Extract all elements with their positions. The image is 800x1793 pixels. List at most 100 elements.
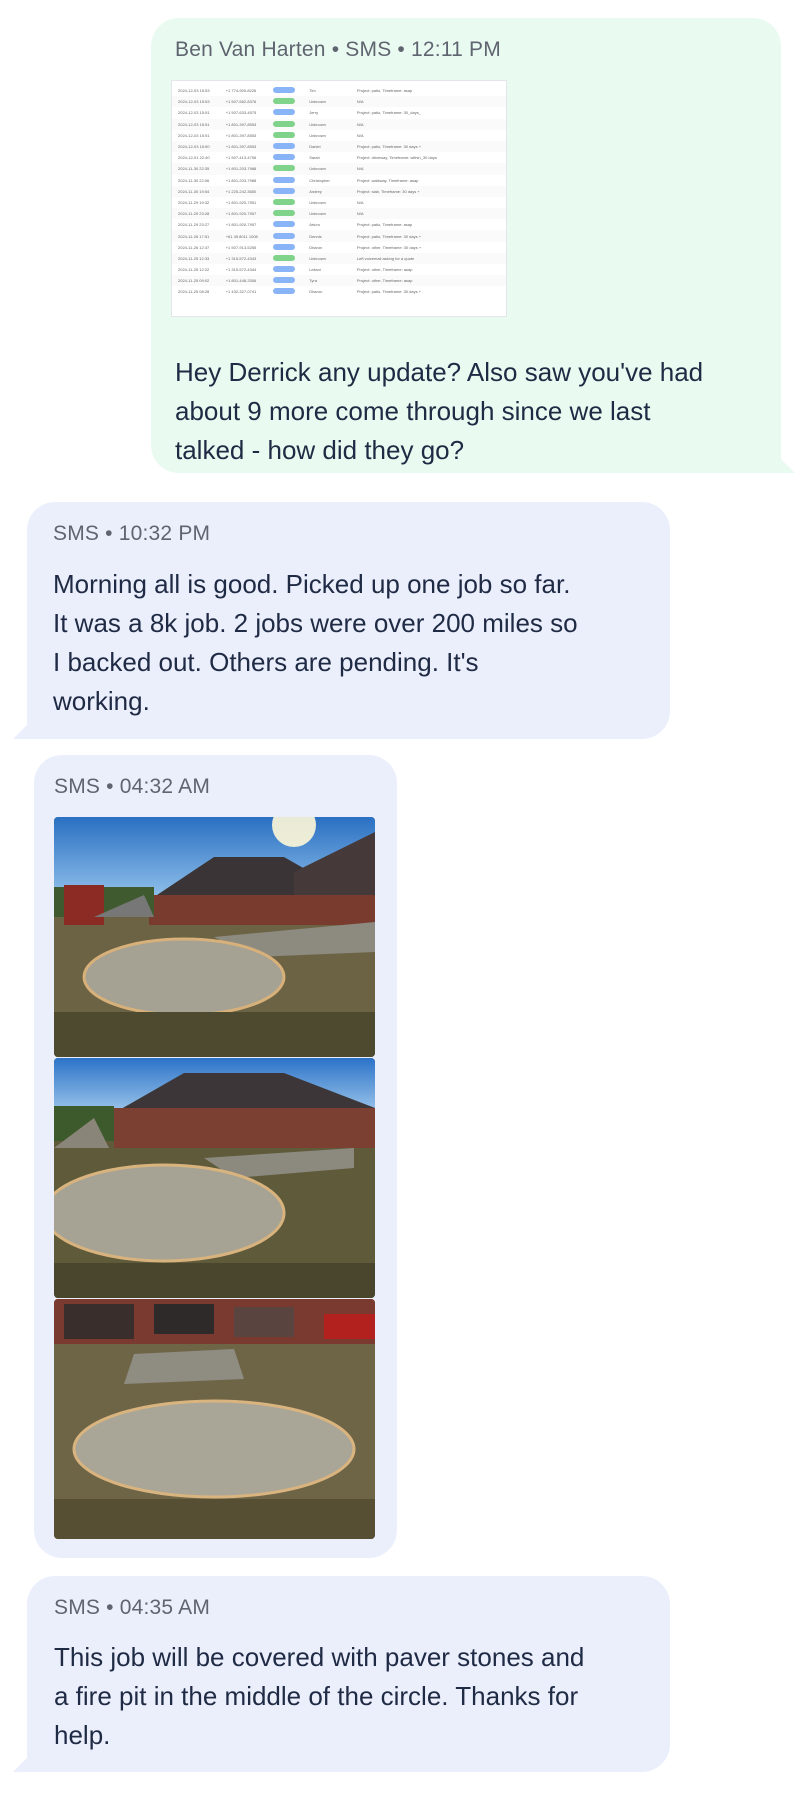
sheet-row: 2024-12-03 15:53 +1 774-900-8226 Tim Projec… (172, 85, 506, 96)
sheet-cell: +1 432-327-0741 (225, 289, 257, 295)
source-pill (273, 198, 296, 205)
sheet-cell: Project: patio, Timeframe: 30 days + (356, 233, 422, 239)
sheet-cell: Project: walkway, Timeframe: asap (356, 177, 419, 183)
sheet-cell: 2024-12-03 15:51 (178, 132, 210, 138)
sheet-cell: 2024-11-30 22:35 (178, 166, 210, 172)
sheet-cell: 2024-11-25 08:28 (178, 289, 210, 295)
sheet-cell: +1 801-397-8553 (225, 121, 257, 127)
sheet-cell: +1 507-413-4706 (225, 155, 257, 161)
sheet-cell: N/A (356, 132, 364, 138)
bubble-tail (13, 721, 31, 739)
sheet-cell: Project: other, Timeframe: 30 days + (356, 244, 422, 250)
sheet-cell: Project: patio, Timeframe: 30 days + (356, 144, 422, 150)
source-pill (273, 232, 296, 239)
message-bubble-incoming[interactable]: SMS • 10:32 PM Morning all is good. Pick… (13, 502, 670, 739)
sheet-cell: Project: patio, Timeframe: 30_days_ (356, 110, 421, 116)
sheet-row: 2024-11-29 23:27 +1 801-920-7957 Arturo Pro… (172, 219, 506, 230)
sheet-cell: 2024-11-26 17:51 (178, 233, 210, 239)
sheet-cell: Project: other, Timeframe: asap (356, 267, 413, 273)
sheet-cell: N/A (356, 199, 364, 205)
sheet-cell: Arturo (309, 222, 321, 228)
message-text: Hey Derrick any update? Also saw you've … (175, 357, 704, 465)
concrete-slab-photo-1[interactable] (54, 817, 375, 1057)
sheet-cell: Project: driveway, Timeframe: within_30 … (356, 155, 437, 161)
sheet-row: 2024-12-03 15:51 +1 507-633-4575 Jerry Proj… (172, 107, 506, 118)
sheet-cell: +1 801-920-7957 (225, 222, 257, 228)
sheet-cell: Unknown (309, 99, 326, 105)
sheet-row: 2024-11-26 12:37 +1 507-913-5255 Dharon Pro… (172, 242, 506, 253)
spreadsheet-image[interactable]: 2024-12-03 15:53 +1 774-900-8226 Tim Projec… (171, 80, 507, 317)
source-pill (273, 254, 296, 261)
source-pill (273, 154, 296, 161)
message-meta: SMS • 10:32 PM (53, 522, 211, 545)
message-bubble-incoming[interactable]: SMS • 04:32 AM (34, 755, 397, 1558)
sheet-cell: Unknown (309, 211, 326, 217)
sheet-cell: 2024-12-01 22:40 (178, 155, 210, 161)
sheet-cell: +1 801-203-7988 (225, 177, 257, 183)
sheet-cell: Project: patio, Timeframe: 30 days + (356, 289, 422, 295)
source-pill (273, 210, 296, 217)
sheet-cell: Christopher (309, 177, 330, 183)
source-pill (273, 187, 296, 194)
sheet-cell: 2024-12-03 15:51 (178, 121, 210, 127)
sheet-row: 2024-11-25 12:22 +1 315-572-4344 Leilani Pr… (172, 264, 506, 275)
sheet-cell: +1 801-397-8553 (225, 132, 257, 138)
source-pill (273, 221, 296, 228)
message-bubble-incoming[interactable]: SMS • 04:35 AM This job will be covered … (13, 1576, 670, 1772)
sheet-row: 2024-11-25 08:28 +1 432-327-0741 Dharon Pro… (172, 286, 506, 297)
sheet-row: 2024-11-25 12:33 +1 315-572-4343 Unknown Le… (172, 252, 506, 264)
sheet-cell: +1 801-397-8553 (225, 144, 257, 150)
sheet-cell: Unknown (309, 199, 326, 205)
sheet-row: 2024-11-30 22:35 +1 801-203-7988 Unknown N/… (172, 163, 506, 175)
sheet-cell: 2024-11-25 09:02 (178, 278, 210, 284)
sheet-cell: Project: patio, Timeframe: asap (356, 88, 413, 94)
sheet-cell: 2024-11-30 22:06 (178, 177, 210, 183)
sheet-cell: 2024-12-03 15:53 (178, 99, 210, 105)
sheet-cell: 2024-11-29 23:27 (178, 222, 210, 228)
message-text: Morning all is good. Picked up one job s… (53, 569, 578, 716)
sheet-cell: +1 225-242-3650 (225, 188, 257, 194)
sheet-cell: 2024-12-03 15:50 (178, 144, 210, 150)
sheet-cell: Unknown (309, 255, 326, 261)
sheet-row: 2024-12-03 15:53 +1 507-562-8376 Unknown N/… (172, 96, 506, 108)
sheet-row: 2024-11-30 19:54 +1 225-242-3650 Andrey Pro… (172, 185, 506, 197)
sheet-cell: N/A (356, 211, 364, 217)
message-meta: Ben Van Harten • SMS • 12:11 PM (175, 38, 501, 61)
source-pill (273, 143, 296, 150)
sheet-cell: +1 774-900-8226 (225, 88, 257, 94)
message-bubble-outgoing[interactable]: Ben Van Harten • SMS • 12:11 PM 2024-12-… (151, 18, 795, 473)
concrete-slab-photo-2[interactable] (54, 1058, 375, 1298)
sheet-cell: Andrey (309, 188, 322, 194)
source-pill (273, 109, 296, 116)
source-pill (273, 277, 296, 284)
sheet-cell: 2024-11-29 19:32 (178, 199, 210, 205)
concrete-slab-photo-3[interactable] (54, 1299, 375, 1539)
sheet-cell: Leilani (309, 267, 321, 273)
sheet-cell: Dharon (309, 244, 323, 250)
sheet-cell: +1 801-203-7988 (225, 166, 257, 172)
bubble-tail (13, 1754, 31, 1772)
source-pill (273, 87, 296, 94)
sheet-cell: 2024-11-25 12:33 (178, 255, 210, 261)
sheet-row: 2024-12-03 15:50 +1 801-397-8553 Daniel Pro… (172, 140, 506, 153)
sheet-cell: Daniel (309, 144, 321, 150)
sheet-row: 2024-11-29 19:32 +1 801-920-7951 Unknown N/… (172, 197, 506, 208)
sheet-cell: 2024-11-25 12:22 (178, 267, 210, 273)
sheet-cell: Dennis (309, 233, 322, 239)
sheet-cell: Left voicemail asking for a quote (356, 255, 415, 261)
source-pill (273, 98, 296, 105)
sheet-cell: +1 801-920-7957 (225, 211, 257, 217)
sheet-cell: +1 801-920-7951 (225, 199, 257, 205)
sheet-cell: 2024-11-29 23:28 (178, 211, 210, 217)
sheet-cell: Project: patio, Timeframe: asap (356, 222, 413, 228)
sheet-cell: +1 315-572-4344 (225, 267, 257, 273)
message-meta: SMS • 04:35 AM (54, 1596, 211, 1619)
source-pill (273, 176, 296, 183)
sheet-cell: 2024-11-30 19:54 (178, 188, 210, 194)
sheet-row: 2024-12-03 15:51 +1 801-397-8553 Unknown N/… (172, 118, 506, 130)
sheet-cell: N/A (356, 166, 364, 172)
source-pill (273, 288, 296, 295)
sheet-cell: +1 507-913-5255 (225, 244, 257, 250)
sheet-cell: 2024-11-26 12:37 (178, 244, 210, 250)
sheet-cell: Tim (309, 88, 316, 94)
